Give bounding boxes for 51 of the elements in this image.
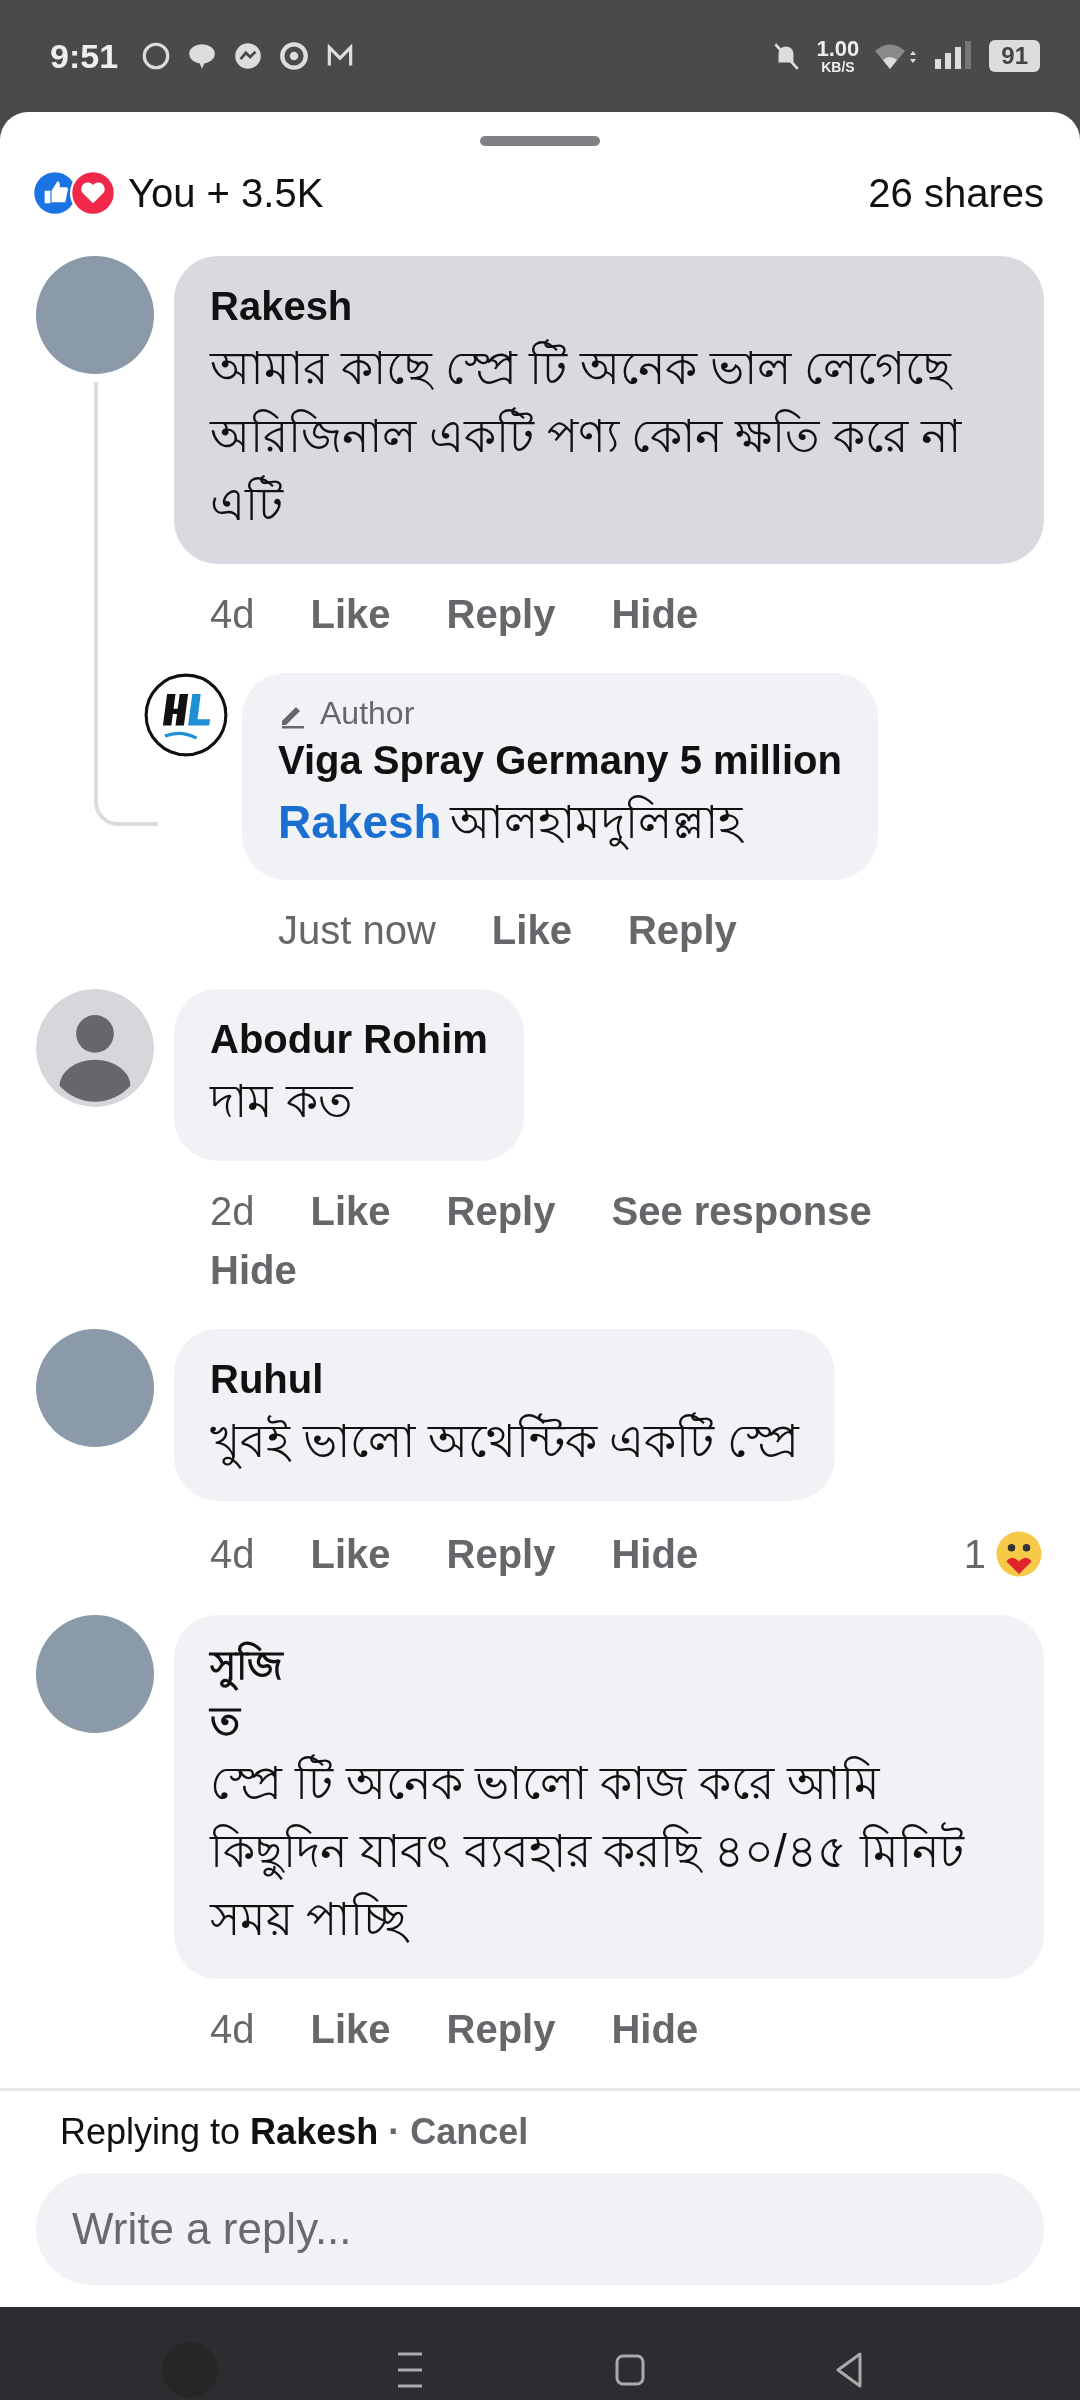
author-label: Author	[320, 695, 415, 732]
comment-action-link[interactable]: Reply	[446, 1189, 556, 1234]
comment-action-link[interactable]: Like	[310, 1189, 391, 1234]
commenter-name[interactable]: Viga Spray Germany 5 million	[278, 732, 842, 788]
commenter-name[interactable]: সুজি	[210, 1637, 1008, 1693]
comment-action-link[interactable]: Hide	[611, 1531, 699, 1577]
comment-time: 4d	[210, 2007, 255, 2052]
comment-action-link[interactable]: Like	[310, 592, 391, 637]
mention-link[interactable]: Rakesh	[278, 796, 442, 848]
reaction-count[interactable]: 1	[963, 1531, 986, 1577]
comment-action-link[interactable]: Hide	[210, 1248, 297, 1293]
separator-dot: ·	[388, 2111, 401, 2153]
comment-time: 4d	[210, 592, 255, 637]
network-speed: 1.00	[816, 38, 860, 60]
commenter-name[interactable]: Rakesh	[210, 278, 1008, 334]
reaction-count[interactable]: You + 3.5K	[128, 170, 324, 216]
comment-action-link[interactable]: Like	[491, 908, 572, 953]
default-avatar-icon[interactable]	[36, 989, 154, 1107]
commenter-name[interactable]: Ruhul	[210, 1351, 800, 1407]
comment-action-link[interactable]: See response	[611, 1189, 872, 1234]
comment-text: খুবই ভালো অথেন্টিক একটি স্প্রে	[210, 1407, 800, 1475]
logo-avatar-icon[interactable]	[144, 673, 228, 757]
comment-action-link[interactable]: Hide	[611, 592, 699, 637]
replying-label: Replying to	[60, 2111, 241, 2153]
comment-action-link[interactable]: Reply	[446, 1531, 556, 1577]
comment-action-link[interactable]: Reply	[446, 2007, 556, 2052]
network-speed-unit: KB/S	[821, 60, 855, 74]
comment-text: আমার কাছে স্প্রে টি অনেক ভাল লেগেছে অরিজিনাল একটি পণ্য কোন ক্ষতি করে না এটি	[210, 334, 1008, 538]
status-time: 9:51	[50, 36, 119, 76]
commenter-name[interactable]: ত	[210, 1693, 1008, 1749]
comment-action-link[interactable]: Like	[310, 1531, 391, 1577]
drag-handle[interactable]	[480, 136, 600, 146]
comment-time: 4d	[210, 1531, 255, 1577]
shares-count[interactable]: 26 shares	[868, 170, 1044, 216]
reply-text: আলহামদুলিল্লাহ	[449, 796, 742, 848]
comment-text: স্প্রে টি অনেক ভালো কাজ করে আমি কিছুদিন যাবৎ ব্যবহার করছি ৪০/৪৫ মিনিট সময় পাচ্ছি	[210, 1749, 1008, 1953]
comment-time: 2d	[210, 1189, 255, 1234]
comment-time: Just now	[278, 908, 436, 953]
comment-action-link[interactable]: Reply	[627, 908, 737, 953]
reply-input-field[interactable]: Write a reply...	[36, 2173, 1044, 2285]
commenter-name[interactable]: Abodur Rohim	[210, 1011, 488, 1067]
replying-name: Rakesh	[250, 2111, 379, 2153]
browser-icon	[278, 40, 311, 72]
battery-level: 91	[989, 40, 1040, 72]
comment-action-link[interactable]: Like	[310, 2007, 391, 2052]
comment-action-link[interactable]: Reply	[446, 592, 556, 637]
hugging-heart-emoji-icon	[994, 1529, 1044, 1579]
comment-text: দাম কত	[210, 1074, 354, 1129]
comment-action-link[interactable]: Hide	[611, 2007, 699, 2052]
heart-reaction-icon	[70, 170, 116, 216]
cancel-link[interactable]: Cancel	[410, 2111, 529, 2153]
